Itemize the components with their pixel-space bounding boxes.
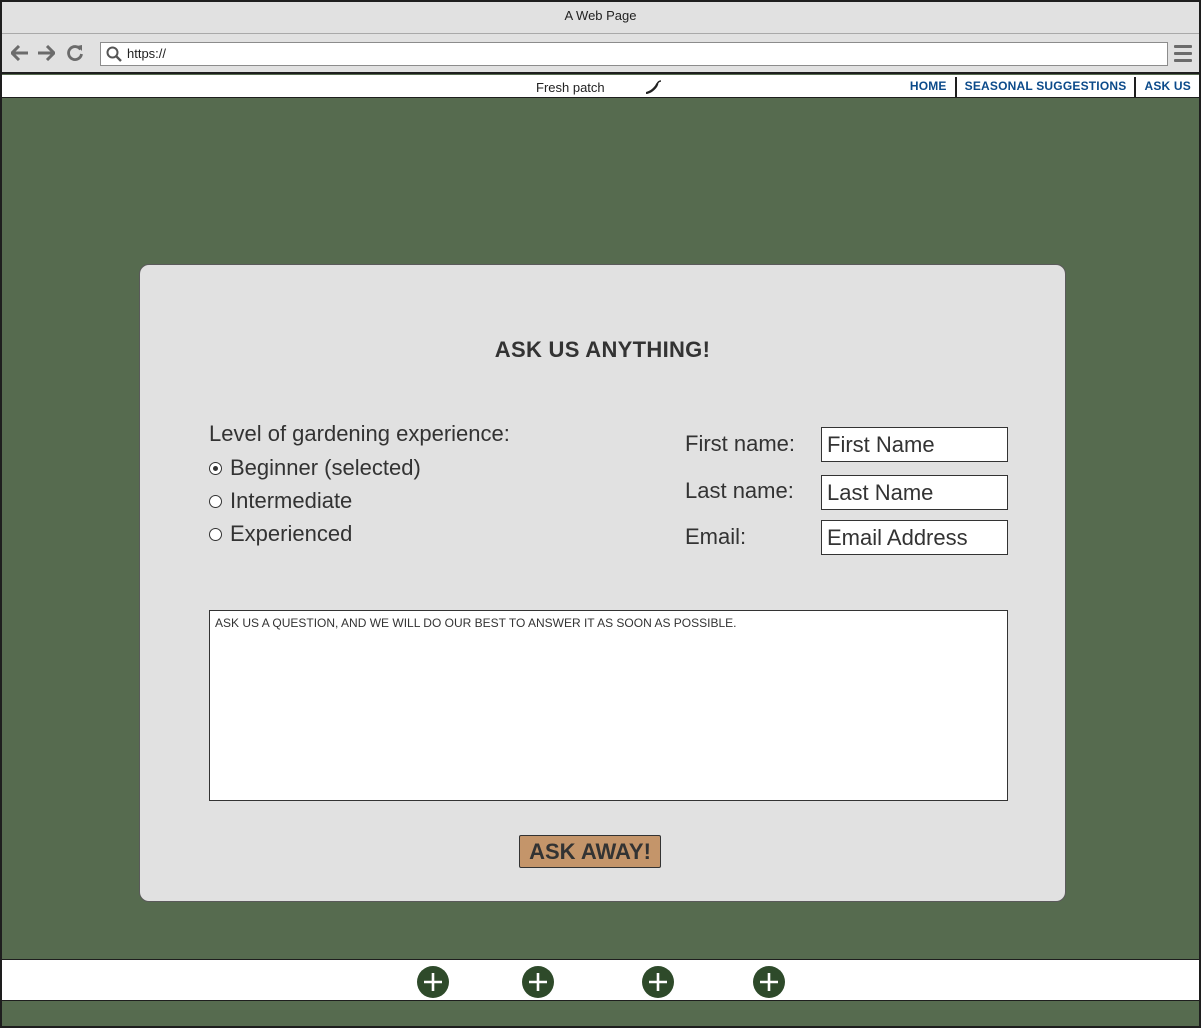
plus-icon[interactable] (522, 966, 554, 998)
brand-name: Fresh patch (536, 80, 605, 95)
ask-away-button[interactable]: ASK AWAY! (519, 835, 661, 868)
radio-intermediate[interactable]: Intermediate (209, 488, 352, 514)
plus-icon[interactable] (753, 966, 785, 998)
site-footer (2, 959, 1199, 1001)
nav-seasonal-suggestions[interactable]: SEASONAL SUGGESTIONS (954, 77, 1135, 98)
email-field[interactable] (821, 520, 1008, 555)
first-name-label: First name: (685, 431, 796, 456)
browser-window: A Web Page https:// Fresh patch HOME SEA… (0, 0, 1201, 1028)
radio-button-selected[interactable] (209, 461, 222, 475)
site-header: Fresh patch HOME SEASONAL SUGGESTIONS AS… (2, 75, 1199, 98)
email-label: Email: (685, 524, 747, 549)
radio-experienced[interactable]: Experienced (209, 521, 352, 547)
nav-ask-us[interactable]: ASK US (1134, 77, 1199, 98)
nav-home[interactable]: HOME (902, 77, 955, 98)
radio-beginner[interactable]: Beginner (selected) (209, 455, 421, 481)
chili-pepper-icon (644, 80, 662, 101)
radio-button[interactable] (209, 527, 222, 541)
ask-form-card: ASK US ANYTHING! Level of gardening expe… (139, 264, 1066, 902)
url-bar[interactable]: https:// (100, 42, 1168, 66)
radio-button[interactable] (209, 494, 222, 508)
search-icon (106, 46, 122, 67)
hamburger-menu-icon[interactable] (1174, 45, 1192, 63)
plus-icon[interactable] (642, 966, 674, 998)
radio-label: Experienced (230, 521, 353, 546)
plus-icon[interactable] (417, 966, 449, 998)
arrow-left-icon[interactable] (9, 42, 31, 64)
experience-legend: Level of gardening experience: (209, 421, 510, 446)
main-nav: HOME SEASONAL SUGGESTIONS ASK US (902, 77, 1199, 98)
arrow-right-icon[interactable] (35, 42, 57, 64)
radio-label: Intermediate (230, 488, 353, 513)
url-text: https:// (127, 46, 167, 61)
last-name-field[interactable] (821, 475, 1008, 510)
last-name-label: Last name: (685, 478, 794, 503)
window-title: A Web Page (2, 2, 1199, 34)
browser-toolbar: https:// (2, 34, 1199, 74)
page-title: ASK US ANYTHING! (494, 337, 711, 362)
first-name-field[interactable] (821, 427, 1008, 462)
radio-label: Beginner (selected) (230, 455, 421, 480)
question-textarea[interactable] (209, 610, 1008, 801)
reload-icon[interactable] (64, 42, 86, 64)
